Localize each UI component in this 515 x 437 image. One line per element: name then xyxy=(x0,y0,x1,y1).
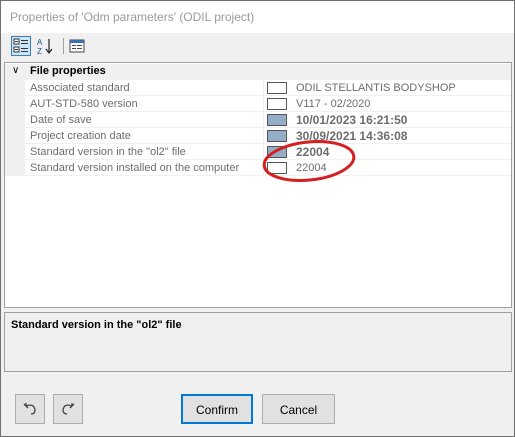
window-title: Properties of 'Odm parameters' (ODIL pro… xyxy=(10,10,255,24)
property-name: Date of save xyxy=(30,114,92,126)
value-swatch xyxy=(267,82,287,94)
property-row-aut-std-580-version[interactable]: AUT-STD-580 version V117 - 02/2020 xyxy=(5,96,511,112)
property-row-standard-version-in-ol2-file[interactable]: Standard version in the "ol2" file 22004 xyxy=(5,144,511,160)
svg-text:A: A xyxy=(37,38,43,47)
redo-button[interactable] xyxy=(53,394,83,424)
properties-window: Properties of 'Odm parameters' (ODIL pro… xyxy=(0,0,515,437)
property-row-project-creation-date[interactable]: Project creation date 30/09/2021 14:36:0… xyxy=(5,128,511,144)
title-bar: Properties of 'Odm parameters' (ODIL pro… xyxy=(1,1,514,33)
property-name: AUT-STD-580 version xyxy=(30,98,138,110)
row-gutter xyxy=(5,96,25,112)
confirm-button[interactable]: Confirm xyxy=(181,394,253,424)
property-row-standard-version-installed[interactable]: Standard version installed on the comput… xyxy=(5,160,511,176)
category-label: File properties xyxy=(30,65,106,77)
row-gutter xyxy=(5,128,25,144)
value-swatch xyxy=(267,98,287,110)
categorized-view-icon xyxy=(13,38,28,53)
row-gutter xyxy=(5,144,25,160)
highlight-circle-annotation xyxy=(262,140,356,182)
toolbar-separator xyxy=(63,38,64,54)
description-panel: Standard version in the "ol2" file xyxy=(4,312,512,372)
category-file-properties[interactable]: ∨ File properties xyxy=(5,64,511,80)
undo-icon xyxy=(23,403,36,415)
property-value: ODIL STELLANTIS BODYSHOP xyxy=(296,82,456,94)
property-value: V117 - 02/2020 xyxy=(296,98,371,110)
svg-text:Z: Z xyxy=(37,47,42,56)
property-pages-button[interactable] xyxy=(67,36,87,56)
property-name: Associated standard xyxy=(30,82,130,94)
alphabetical-sort-icon: A Z xyxy=(37,38,53,56)
row-gutter xyxy=(5,80,25,96)
property-name: Standard version installed on the comput… xyxy=(30,162,240,174)
property-pages-icon xyxy=(69,39,85,53)
categorized-view-button[interactable] xyxy=(11,36,31,56)
property-row-date-of-save[interactable]: Date of save 10/01/2023 16:21:50 xyxy=(5,112,511,128)
cancel-button[interactable]: Cancel xyxy=(262,394,335,424)
property-name: Project creation date xyxy=(30,130,131,142)
property-value: 10/01/2023 16:21:50 xyxy=(296,113,408,127)
value-swatch xyxy=(267,114,287,126)
row-gutter xyxy=(5,112,25,128)
redo-icon xyxy=(62,403,75,415)
alphabetical-sort-button[interactable]: A Z xyxy=(35,36,55,56)
property-grid-toolbar: A Z xyxy=(4,34,512,58)
column-divider xyxy=(263,112,264,128)
property-row-associated-standard[interactable]: Associated standard ODIL STELLANTIS BODY… xyxy=(5,80,511,96)
undo-button[interactable] xyxy=(15,394,45,424)
column-divider xyxy=(263,96,264,112)
property-grid[interactable]: ∨ File properties Associated standard OD… xyxy=(4,62,512,308)
row-gutter xyxy=(5,160,25,176)
collapse-chevron-icon[interactable]: ∨ xyxy=(12,65,19,76)
column-divider xyxy=(263,80,264,96)
description-title: Standard version in the "ol2" file xyxy=(11,319,182,331)
property-name: Standard version in the "ol2" file xyxy=(30,146,186,158)
